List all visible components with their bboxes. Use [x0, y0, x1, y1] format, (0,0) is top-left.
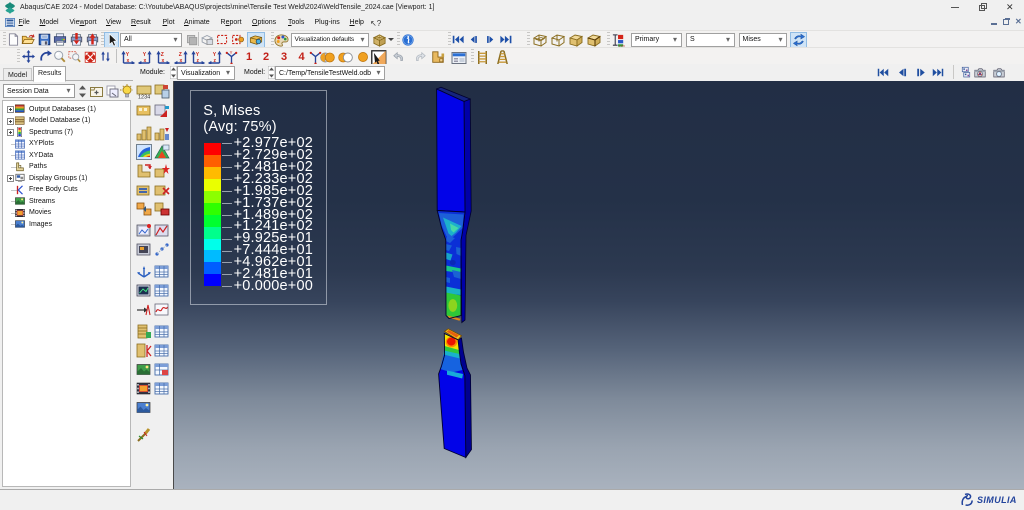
svg-text:Y: Y	[230, 50, 233, 55]
svg-text:1234: 1234	[138, 95, 150, 101]
